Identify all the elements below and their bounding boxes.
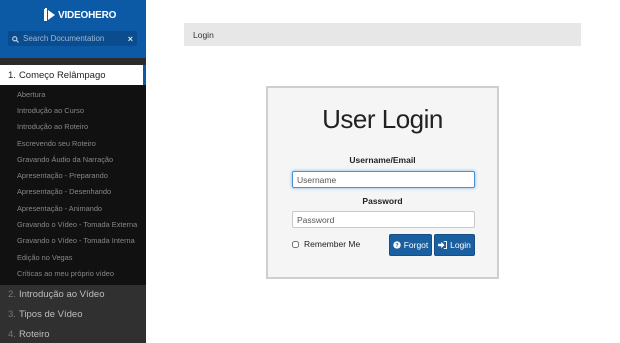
- logo-icon: [44, 8, 56, 22]
- login-button[interactable]: Login: [434, 234, 475, 256]
- chapter-4[interactable]: 4. Roteiro: [0, 324, 146, 343]
- chapter-number: 4.: [8, 329, 16, 341]
- chapter-1-items: Abertura Introdução ao Curso Introdução …: [0, 85, 146, 285]
- forgot-button[interactable]: ? Forgot: [389, 234, 432, 256]
- chapter-number: 3.: [8, 309, 16, 321]
- chapter-1[interactable]: 1. Começo Relâmpago: [0, 65, 146, 85]
- logo-text: VIDEOHERO: [58, 9, 117, 21]
- search-box: ×: [8, 31, 137, 46]
- sidebar-item-criticas[interactable]: Críticas ao meu próprio vídeo: [0, 265, 146, 281]
- svg-text:?: ?: [395, 243, 399, 249]
- breadcrumb: Login: [184, 23, 581, 46]
- username-label: Username/Email: [349, 155, 416, 165]
- remember-me-checkbox[interactable]: [292, 240, 299, 248]
- sidebar-item-apresentacao-animando[interactable]: Apresentação - Animando: [0, 200, 146, 216]
- question-circle-icon: ?: [393, 241, 401, 249]
- sidebar-item-gravando-audio[interactable]: Gravando Áudio da Narração: [0, 151, 146, 167]
- remember-me-label: Remember Me: [304, 239, 361, 249]
- breadcrumb-label: Login: [193, 29, 214, 40]
- remember-me[interactable]: Remember Me: [292, 239, 360, 249]
- sidebar-header: VIDEOHERO ×: [0, 0, 146, 58]
- page-title: User Login: [322, 104, 443, 134]
- search-input[interactable]: [23, 34, 128, 43]
- clear-search-icon[interactable]: ×: [128, 34, 133, 44]
- login-button-label: Login: [450, 240, 471, 250]
- username-field[interactable]: [292, 171, 475, 188]
- chapter-3[interactable]: 3. Tipos de Vídeo: [0, 304, 146, 325]
- logo[interactable]: VIDEOHERO: [44, 8, 116, 22]
- chapter-2[interactable]: 2. Introdução ao Vídeo: [0, 284, 146, 305]
- sidebar-item-apresentacao-preparando[interactable]: Apresentação - Preparando: [0, 167, 146, 183]
- chapter-number: 1.: [8, 69, 16, 81]
- sidebar-item-tomada-interna[interactable]: Gravando o Vídeo - Tomada Interna: [0, 233, 146, 249]
- chapter-label: Introdução ao Vídeo: [18, 289, 105, 301]
- password-label: Password: [362, 196, 403, 206]
- sidebar: VIDEOHERO × 1. Começo Relâmpago Abertura…: [0, 0, 146, 343]
- chapter-number: 2.: [8, 289, 16, 301]
- chapter-label: Começo Relâmpago: [18, 69, 106, 81]
- sidebar-item-tomada-externa[interactable]: Gravando o Vídeo - Tomada Externa: [0, 216, 146, 232]
- chapter-label: Roteiro: [18, 329, 50, 341]
- sidebar-item-introducao-curso[interactable]: Introdução ao Curso: [0, 102, 146, 118]
- forgot-button-label: Forgot: [403, 240, 429, 250]
- sign-in-icon: [438, 241, 448, 249]
- sidebar-item-escrevendo-roteiro[interactable]: Escrevendo seu Roteiro: [0, 135, 146, 151]
- password-field[interactable]: [292, 211, 475, 228]
- chapter-label: Tipos de Vídeo: [18, 309, 83, 321]
- search-icon: [12, 30, 19, 48]
- login-panel: User Login Username/Email Password Remem…: [266, 86, 499, 279]
- sidebar-item-introducao-roteiro[interactable]: Introdução ao Roteiro: [0, 119, 146, 135]
- sidebar-item-edicao-vegas[interactable]: Edição no Vegas: [0, 249, 146, 265]
- sidebar-item-abertura[interactable]: Abertura: [0, 86, 146, 102]
- sidebar-item-apresentacao-desenhando[interactable]: Apresentação - Desenhando: [0, 184, 146, 200]
